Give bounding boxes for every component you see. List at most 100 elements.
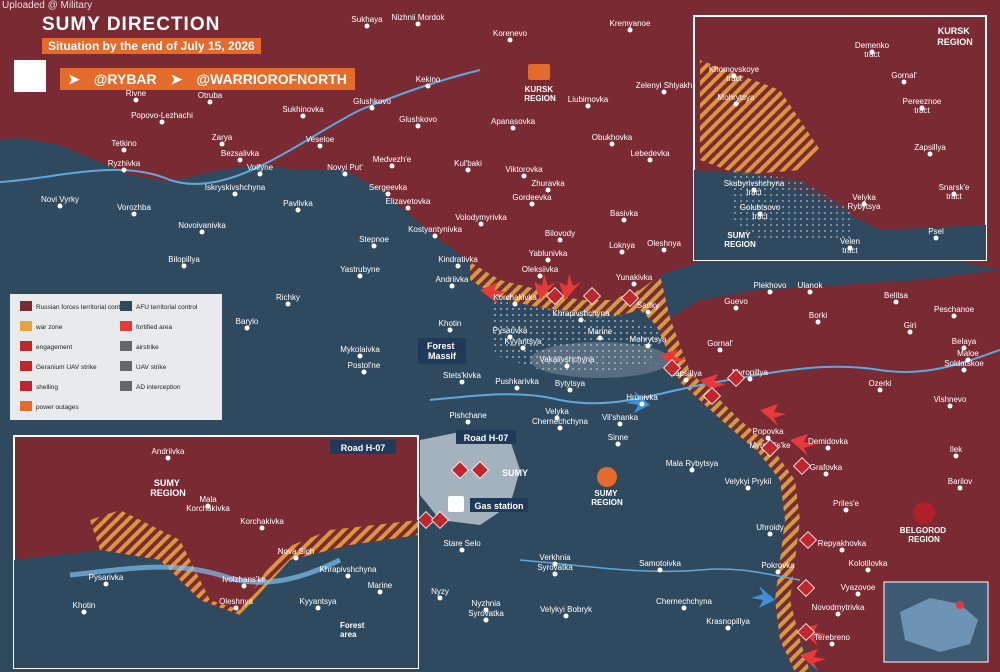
settlement-dot xyxy=(835,611,841,617)
place-name: Plekhovo xyxy=(754,281,787,290)
map-canvas: KURSK REGION SUMY REGION BELGOROD REGION… xyxy=(0,0,1000,672)
legend-label: AFU territorial control xyxy=(136,304,198,311)
settlement-dot xyxy=(689,467,695,473)
place-name: Kostyantynivka xyxy=(408,225,462,234)
settlement-dot xyxy=(57,203,63,209)
place-name: Zelenyi Shlyakh xyxy=(636,81,692,90)
settlement-dot xyxy=(683,377,689,383)
legend-label: fortified area xyxy=(136,324,173,331)
sumy-region-label: SUMY REGION xyxy=(591,489,623,507)
channels: ➤ @RYBAR ➤ @WARRIOROFNORTH xyxy=(60,68,355,90)
settlement-dot xyxy=(285,301,291,307)
settlement-dot xyxy=(775,569,781,575)
settlement-dot xyxy=(459,547,465,553)
place-name: Verkhnia xyxy=(539,553,571,562)
settlement-dot xyxy=(465,167,471,173)
settlement-dot xyxy=(619,249,625,255)
settlement-dot xyxy=(563,613,569,619)
settlement-dot xyxy=(725,625,731,631)
place-name: Stare Selo xyxy=(443,539,481,548)
place-name: Mohrytsya xyxy=(718,93,755,102)
settlement-dot xyxy=(733,101,739,107)
settlement-dot xyxy=(377,589,383,595)
place-name: Belitsa xyxy=(884,291,909,300)
place-name: Iskryskivshchyna xyxy=(205,183,266,192)
legend-label: engagement xyxy=(36,344,72,351)
settlement-dot xyxy=(521,173,527,179)
settlement-dot xyxy=(181,263,187,269)
settlement-dot xyxy=(557,237,563,243)
place-name: Khrapivshchyna xyxy=(553,309,610,318)
settlement-dot xyxy=(597,335,603,341)
place-name: Tetkino xyxy=(111,139,137,148)
legend-label: Geranium UAV strike xyxy=(36,364,97,371)
place-name: Pishchane xyxy=(449,411,487,420)
place-name: Novyi Put' xyxy=(327,163,363,172)
settlement-dot xyxy=(825,445,831,451)
settlement-dot xyxy=(415,123,421,129)
settlement-dot xyxy=(165,455,171,461)
place-name: Obukhovka xyxy=(592,133,633,142)
settlement-dot xyxy=(207,99,213,105)
place-name: Mykolaivka xyxy=(340,345,380,354)
fortified-line xyxy=(120,321,132,331)
place-name: Nizhnii Mordok xyxy=(392,13,446,22)
place-name: Pushkarivka xyxy=(495,377,539,386)
legend-label: Russian forces territorial control xyxy=(36,304,128,311)
settlement-dot xyxy=(647,157,653,163)
settlement-dot xyxy=(199,229,205,235)
place-name: Glushkovo xyxy=(399,115,437,124)
place-name: Bytytsya xyxy=(555,379,586,388)
settlement-dot xyxy=(585,103,591,109)
road-h07-label: Road H-07 xyxy=(464,433,509,443)
settlement-dot xyxy=(133,97,139,103)
place-name: Stets'kivka xyxy=(443,371,482,380)
place-name: Nyzhnia xyxy=(472,599,501,608)
legend-label: airstrike xyxy=(136,344,159,351)
place-name: Loknya xyxy=(609,241,635,250)
settlement-dot xyxy=(865,567,871,573)
place-name: Andriivka xyxy=(152,447,185,456)
settlement-dot xyxy=(767,289,773,295)
place-name: Viktorovka xyxy=(505,165,543,174)
settlement-dot xyxy=(293,555,299,561)
settlement-dot xyxy=(121,147,127,153)
settlement-dot xyxy=(631,281,637,287)
telegram-icon: ➤ xyxy=(68,70,80,87)
place-name: Soldatskoe xyxy=(944,359,984,368)
settlement-dot xyxy=(425,83,431,89)
uav-strike-icon xyxy=(120,361,132,371)
place-name: Marine xyxy=(588,327,613,336)
place-name: Belaya xyxy=(952,337,977,346)
kursk-region-label: KURSK REGION xyxy=(524,85,556,103)
inset-sumy-label: SUMY REGION xyxy=(724,231,756,249)
settlement-dot xyxy=(459,379,465,385)
settlement-dot xyxy=(432,233,438,239)
header: SUMY DIRECTION Situation by the end of J… xyxy=(12,6,355,98)
place-name: Popovo-Lezhachi xyxy=(131,111,193,120)
settlement-dot xyxy=(514,385,520,391)
place-name: Sukhinovka xyxy=(282,105,324,114)
power-icon xyxy=(20,401,32,411)
settlement-dot xyxy=(615,441,621,447)
settlement-dot xyxy=(621,217,627,223)
settlement-dot xyxy=(745,485,751,491)
place-name: Nyzy xyxy=(431,587,449,596)
place-name: Lebedevka xyxy=(630,149,670,158)
settlement-dot xyxy=(447,327,453,333)
settlement-dot xyxy=(855,591,861,597)
forest-massif-label: Forest Massif xyxy=(427,341,457,361)
settlement-dot xyxy=(357,273,363,279)
settlement-dot xyxy=(159,119,165,125)
settlement-dot xyxy=(465,419,471,425)
place-name: Yunakivka xyxy=(616,273,653,282)
settlement-dot xyxy=(839,547,845,553)
legend-label: AD interception xyxy=(136,384,181,391)
settlement-dot xyxy=(357,353,363,359)
place-name: Maloe xyxy=(957,349,979,358)
place-name: Chernechchyna xyxy=(532,417,589,426)
settlement-dot xyxy=(244,325,250,331)
legend-label: shelling xyxy=(36,384,58,391)
war-zone-swatch xyxy=(20,321,32,331)
place-label: Velen tract xyxy=(840,237,860,255)
